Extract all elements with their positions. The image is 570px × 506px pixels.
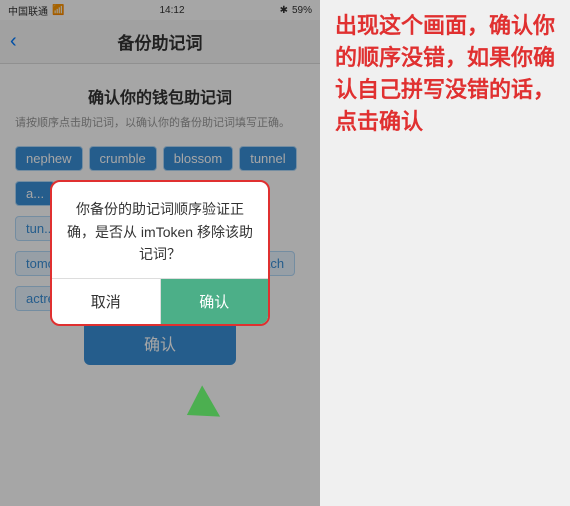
dialog-confirm-button[interactable]: 确认: [161, 279, 269, 324]
phone-frame: 中国联通 📶 14:12 ✱ 59% ‹ 备份助记词 确认你的钱包助记词 请按顺…: [0, 0, 320, 506]
annotation-text: 出现这个画面，确认你的顺序没错，如果你确认自己拼写没错的话，点击确认: [335, 10, 555, 138]
dialog-overlay: 你备份的助记词顺序验证正确，是否从 imToken 移除该助记词？ 取消 确认: [0, 0, 320, 506]
dialog-text: 你备份的助记词顺序验证正确，是否从 imToken 移除该助记词？: [67, 201, 253, 262]
dialog-body: 你备份的助记词顺序验证正确，是否从 imToken 移除该助记词？: [52, 182, 268, 277]
dialog-cancel-button[interactable]: 取消: [52, 279, 161, 324]
annotation-panel: 出现这个画面，确认你的顺序没错，如果你确认自己拼写没错的话，点击确认: [320, 0, 570, 506]
dialog: 你备份的助记词顺序验证正确，是否从 imToken 移除该助记词？ 取消 确认: [50, 180, 270, 325]
dialog-actions: 取消 确认: [52, 278, 268, 324]
